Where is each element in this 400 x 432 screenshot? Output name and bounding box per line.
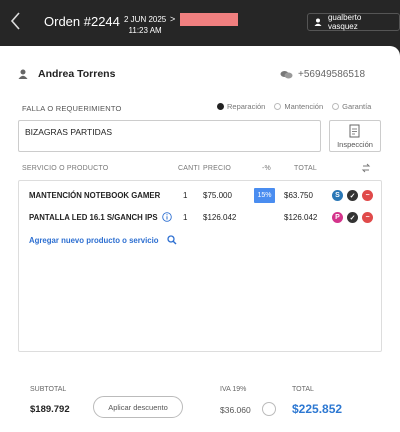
service-type-icon[interactable]: S	[332, 190, 343, 201]
product-total: $126.042	[284, 213, 318, 222]
radio-reparacion[interactable]: Reparación	[217, 102, 265, 111]
row-actions: S ✓ −	[332, 190, 373, 201]
document-edit-icon	[349, 124, 360, 137]
delete-icon[interactable]: −	[362, 190, 373, 201]
grand-total: $225.852	[292, 402, 343, 416]
radio-selected-icon	[217, 103, 224, 110]
delete-icon[interactable]: −	[362, 212, 373, 223]
col-header-qty: CANTI	[178, 165, 200, 172]
radio-empty-icon	[332, 103, 340, 110]
col-header-total: TOTAL	[294, 165, 317, 172]
radio-label: Reparación	[227, 102, 266, 111]
product-price[interactable]: $126.042	[203, 213, 236, 222]
col-header-product: SERVICIO O PRODUCTO	[22, 165, 109, 172]
customer-phone[interactable]: +56949586518	[280, 69, 365, 80]
back-chevron-icon[interactable]	[8, 10, 24, 32]
chat-bubbles-icon	[280, 70, 293, 78]
radio-empty-icon	[274, 103, 282, 110]
total-label: TOTAL	[292, 386, 314, 393]
col-header-discount: -%	[262, 165, 271, 172]
product-name: MANTENCIÓN NOTEBOOK GAMER	[29, 191, 161, 200]
order-date-time: 11:23 AM	[128, 26, 162, 35]
order-panel: Andrea Torrens +56949586518 FALLA O REQU…	[0, 46, 400, 432]
inspection-button[interactable]: Inspección	[329, 120, 381, 152]
apply-discount-button[interactable]: Aplicar descuento	[93, 396, 183, 418]
row-actions: P ✓ −	[332, 212, 373, 223]
radio-label: Mantención	[284, 102, 324, 111]
product-total: $63.750	[284, 191, 313, 200]
product-price[interactable]: $75.000	[203, 191, 232, 200]
table-row[interactable]: MANTENCIÓN NOTEBOOK GAMER 1 $75.000 15% …	[19, 185, 381, 207]
status-badge[interactable]	[180, 13, 238, 26]
subtotal-label: SUBTOTAL	[30, 386, 67, 393]
search-icon[interactable]	[167, 235, 177, 245]
iva-value: $36.060	[220, 405, 251, 415]
col-header-price: PRECIO	[203, 165, 232, 172]
items-table: MANTENCIÓN NOTEBOOK GAMER 1 $75.000 15% …	[18, 180, 382, 352]
order-date: 2 JUN 2025 11:23 AM	[124, 14, 166, 36]
top-bar: Orden #2244 2 JUN 2025 11:23 AM > gualbe…	[0, 0, 400, 46]
user-menu-button[interactable]: gualberto vasquez	[307, 13, 400, 31]
table-row[interactable]: PANTALLA LED 16.1 S/GANCH IPS 1 $126.042…	[19, 207, 381, 229]
product-qty[interactable]: 1	[183, 213, 187, 222]
radio-garantia[interactable]: Garantía	[332, 102, 371, 111]
check-icon[interactable]: ✓	[347, 212, 358, 223]
radio-label: Garantía	[342, 102, 372, 111]
sort-arrows-icon[interactable]	[361, 163, 371, 173]
user-card-icon	[314, 18, 322, 26]
product-name: PANTALLA LED 16.1 S/GANCH IPS	[29, 213, 158, 222]
inspection-label: Inspección	[337, 139, 373, 149]
user-icon	[18, 69, 28, 79]
iva-toggle[interactable]	[262, 402, 276, 416]
discount-badge[interactable]: 15%	[254, 188, 275, 203]
date-chevron-icon[interactable]: >	[170, 14, 175, 24]
product-type-icon[interactable]: P	[332, 212, 343, 223]
info-icon[interactable]	[162, 212, 172, 222]
iva-label: IVA 19%	[220, 386, 247, 393]
phone-number: +56949586518	[298, 69, 366, 80]
radio-mantencion[interactable]: Mantención	[274, 102, 323, 111]
requirement-label: FALLA O REQUERIMIENTO	[22, 104, 122, 113]
service-type-radio-group: Reparación Mantención Garantía	[217, 102, 371, 111]
subtotal-value: $189.792	[30, 404, 70, 415]
product-qty[interactable]: 1	[183, 191, 187, 200]
check-icon[interactable]: ✓	[347, 190, 358, 201]
requirement-input[interactable]: BIZAGRAS PARTIDAS	[18, 120, 321, 152]
customer-name[interactable]: Andrea Torrens	[38, 68, 115, 80]
add-item-link[interactable]: Agregar nuevo producto o servicio	[29, 236, 159, 245]
order-title: Orden #2244	[44, 14, 120, 29]
user-name: gualberto vasquez	[327, 13, 362, 31]
customer-row: Andrea Torrens	[18, 68, 115, 80]
order-date-day: 2 JUN 2025	[124, 15, 167, 24]
